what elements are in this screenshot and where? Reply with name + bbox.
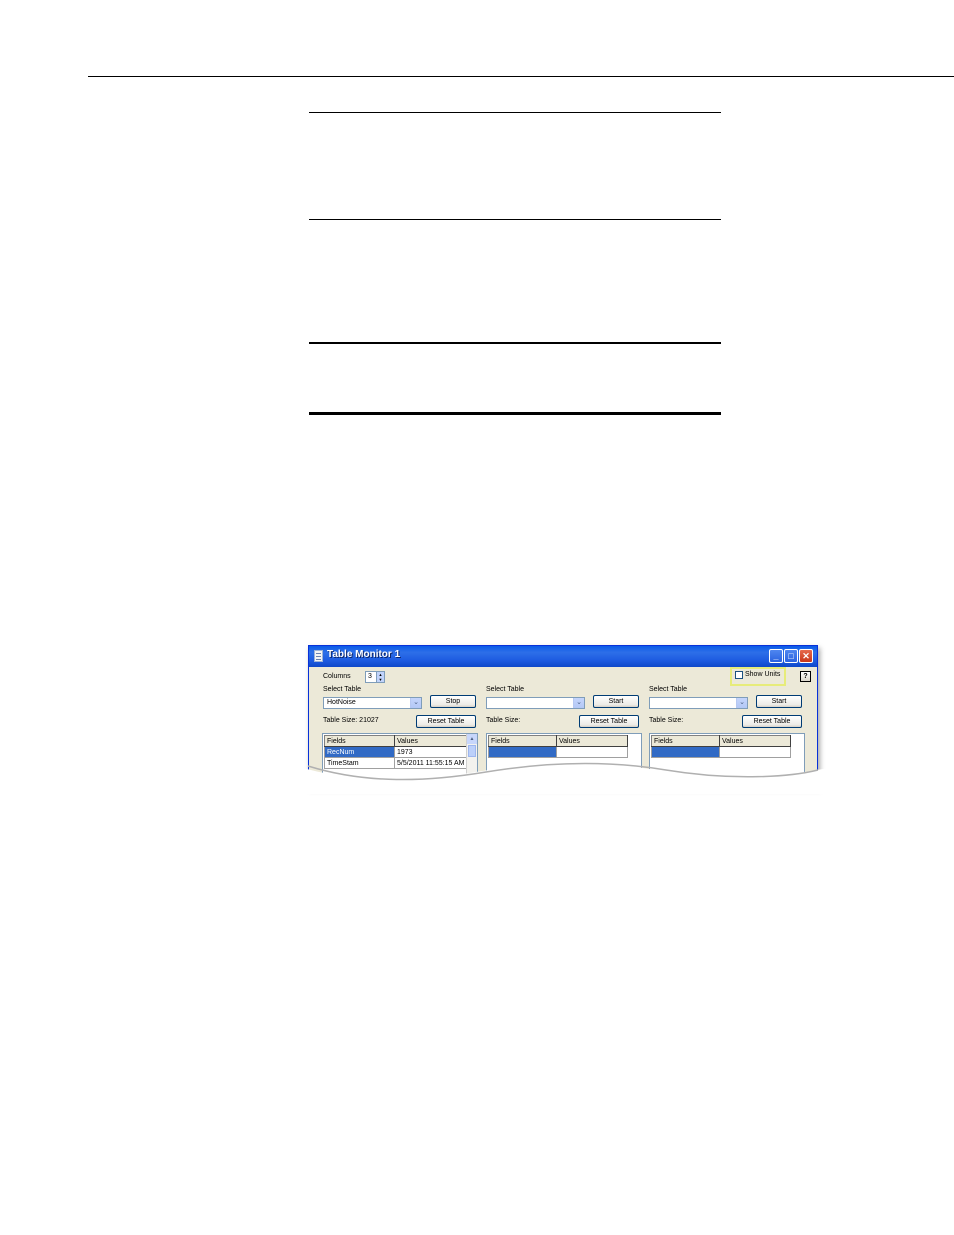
reset-table-button-1[interactable]: Reset Table [416, 715, 476, 728]
start-button-2[interactable]: Start [593, 695, 639, 708]
table-size-label-3: Table Size: [649, 717, 684, 724]
table-rule-4 [309, 412, 721, 415]
window-title: Table Monitor 1 [327, 649, 401, 660]
chevron-down-icon[interactable]: ⌄ [573, 698, 584, 708]
select-table-label-3: Select Table [649, 686, 688, 693]
close-button[interactable]: ✕ [799, 649, 813, 663]
values-header[interactable]: Values [719, 735, 791, 747]
table-size-label-2: Table Size: [486, 717, 521, 724]
show-units-checkbox[interactable] [735, 671, 743, 679]
columns-label: Columns [323, 673, 351, 680]
chevron-down-icon[interactable]: ⌄ [736, 698, 747, 708]
fields-header[interactable]: Fields [324, 735, 395, 747]
values-header[interactable]: Values [556, 735, 628, 747]
select-table-dropdown-1[interactable]: HotNoise ⌄ [323, 697, 422, 709]
select-table-label-1: Select Table [323, 686, 362, 693]
fields-header[interactable]: Fields [651, 735, 720, 747]
columns-stepper[interactable]: 3 ▲ ▼ [365, 671, 385, 683]
select-table-label-2: Select Table [486, 686, 525, 693]
maximize-button[interactable]: □ [784, 649, 798, 663]
reset-table-button-3[interactable]: Reset Table [742, 715, 802, 728]
torn-edge [296, 762, 828, 794]
table-monitor-icon [314, 650, 323, 662]
stop-button[interactable]: Stop [430, 695, 476, 708]
chevron-down-icon[interactable]: ⌄ [410, 698, 421, 708]
title-bar[interactable]: Table Monitor 1 _ □ ✕ [309, 646, 817, 667]
help-button[interactable]: ? [800, 671, 811, 682]
minimize-button[interactable]: _ [769, 649, 783, 663]
header-rule [88, 76, 954, 77]
selected-table-1: HotNoise [327, 699, 356, 706]
table-size-label-1: Table Size: 21027 [323, 717, 379, 724]
select-table-dropdown-3[interactable]: ⌄ [649, 697, 748, 709]
spin-arrows-icon[interactable]: ▲ ▼ [376, 672, 384, 682]
fields-header[interactable]: Fields [488, 735, 557, 747]
reset-table-button-2[interactable]: Reset Table [579, 715, 639, 728]
columns-value: 3 [368, 673, 372, 680]
scroll-up-icon[interactable]: ▲ [467, 734, 477, 744]
table-rule-2 [309, 219, 721, 220]
table-rule-1 [309, 112, 721, 113]
values-header[interactable]: Values [393, 735, 468, 747]
start-button-3[interactable]: Start [756, 695, 802, 708]
select-table-dropdown-2[interactable]: ⌄ [486, 697, 585, 709]
table-rule-3 [309, 342, 721, 344]
show-units-label: Show Units [745, 671, 781, 678]
